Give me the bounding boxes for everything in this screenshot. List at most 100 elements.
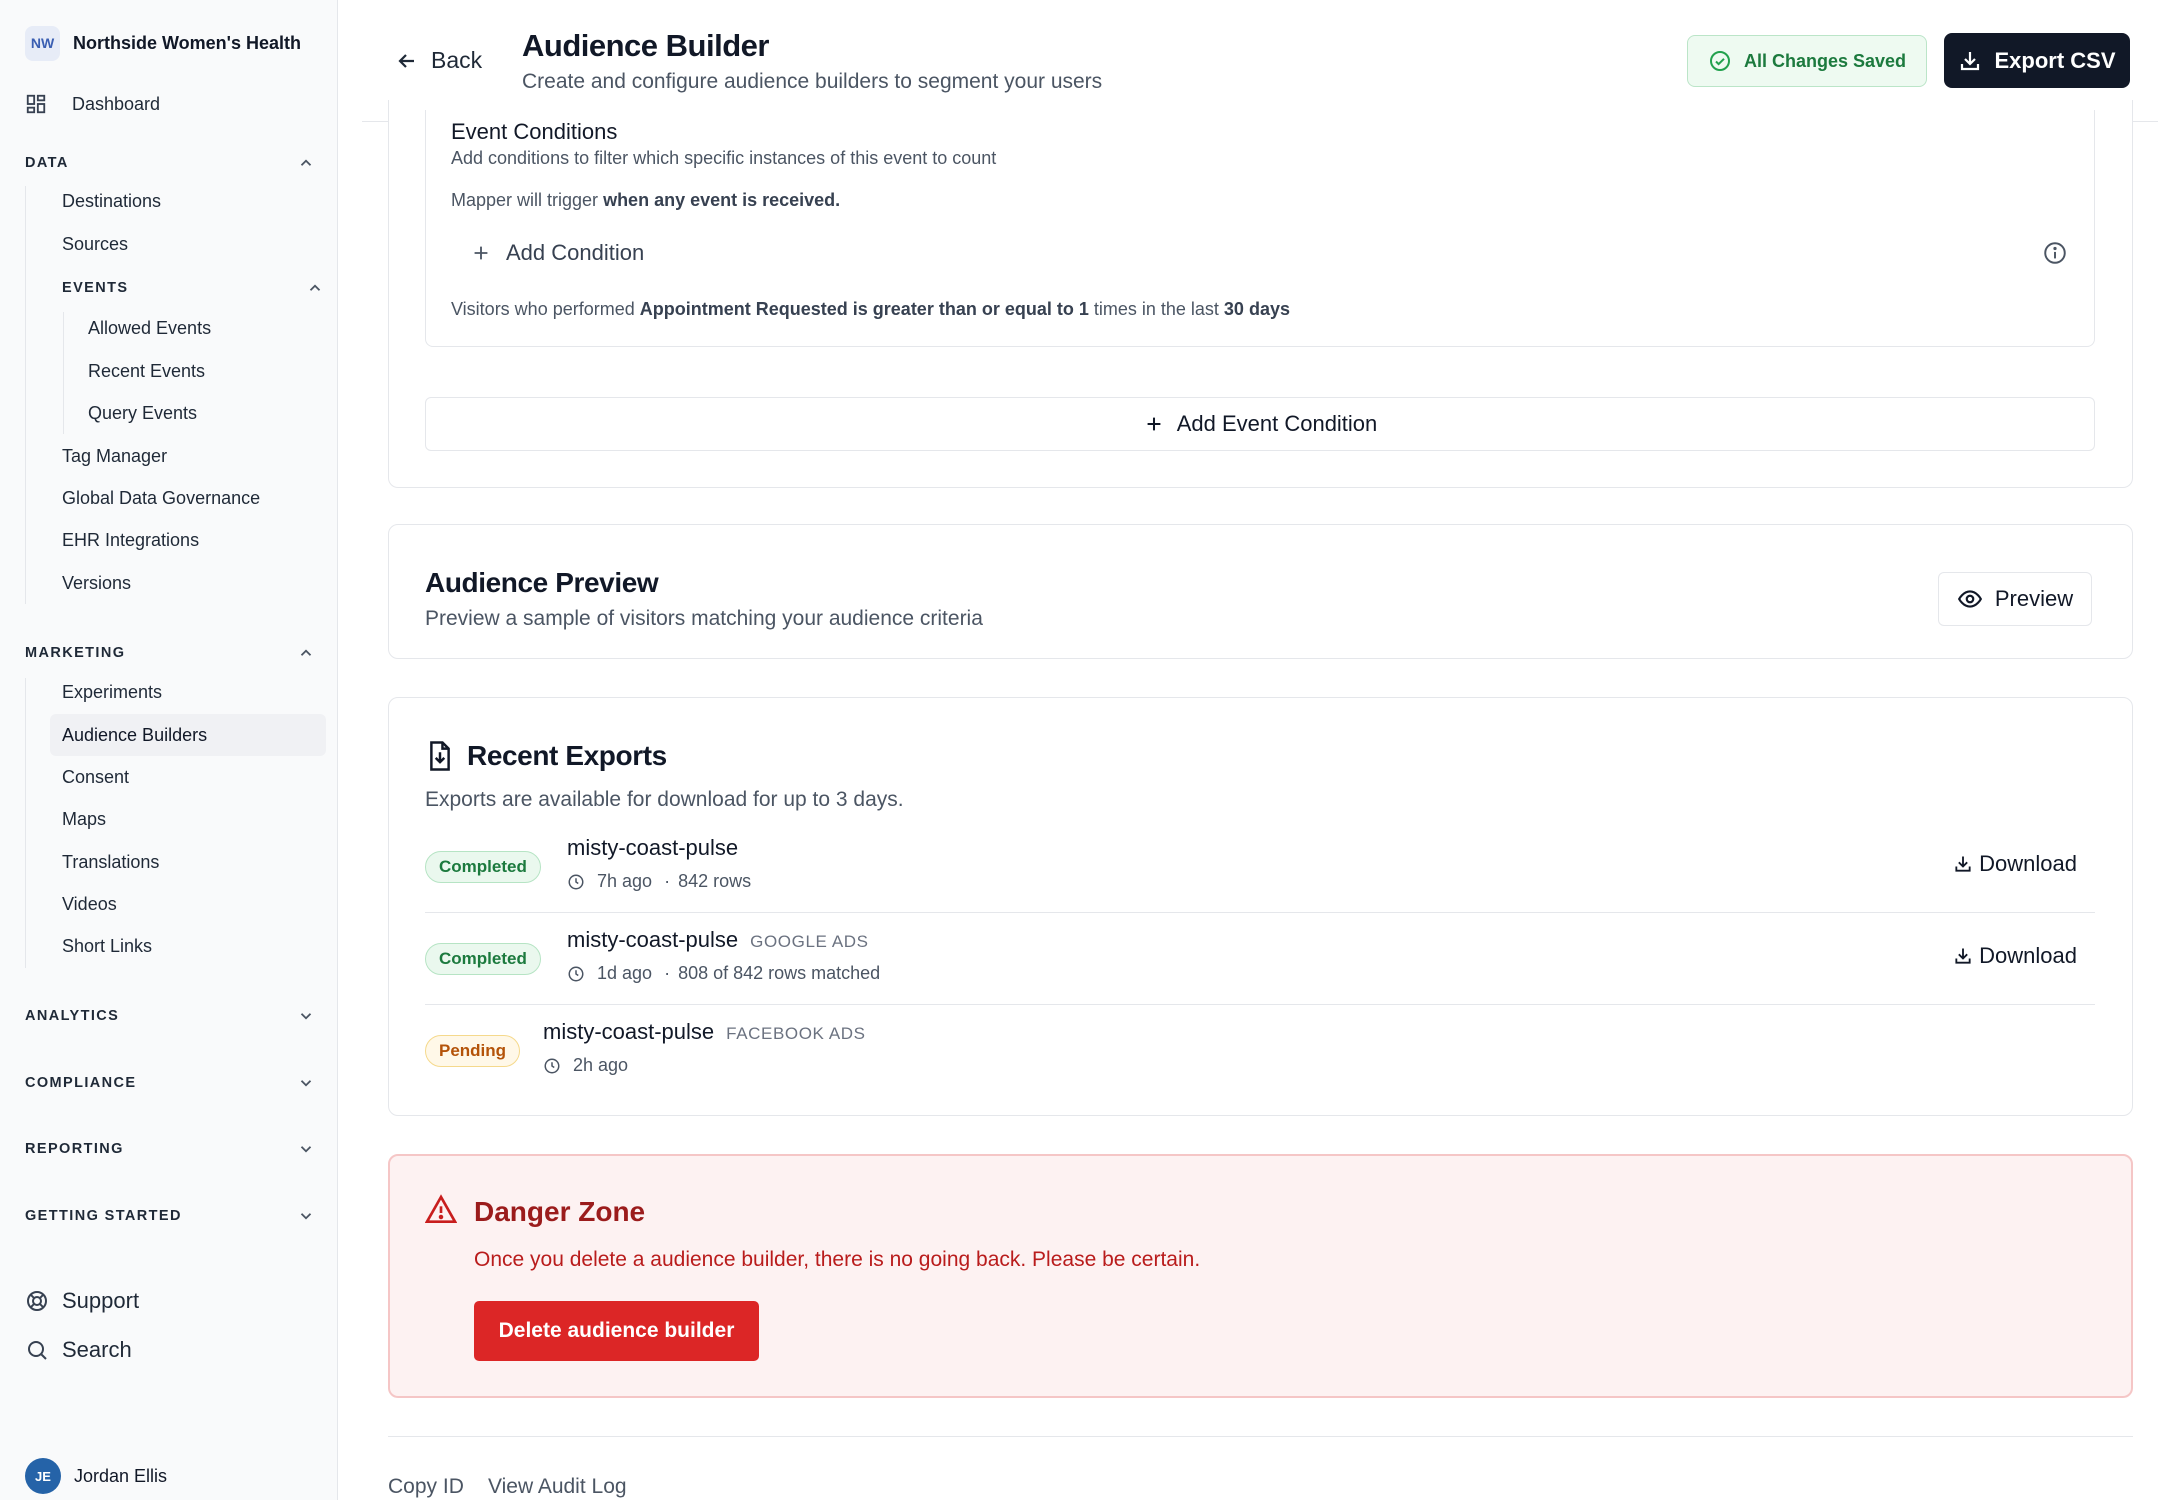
export-time: 2h ago (573, 1055, 629, 1075)
export-detail: 842 rows (678, 871, 752, 891)
recent-exports-subtitle: Exports are available for download for u… (425, 788, 904, 811)
sidebar-item-ehr-integrations[interactable]: EHR Integrations (62, 530, 199, 551)
event-conditions-title: Event Conditions (451, 119, 618, 144)
section-toggle-compliance[interactable]: COMPLIANCE (25, 1074, 315, 1092)
sidebar-item-experiments[interactable]: Experiments (62, 682, 162, 703)
sidebar-item-consent[interactable]: Consent (62, 767, 129, 788)
add-event-condition-button[interactable]: Add Event Condition (425, 397, 2095, 451)
recent-exports-title: Recent Exports (467, 740, 667, 771)
summary-count: 1 (1078, 299, 1089, 319)
section-guide-line (25, 186, 26, 604)
search-label: Search (62, 1337, 132, 1362)
audience-preview-subtitle: Preview a sample of visitors matching yo… (425, 607, 983, 630)
plus-icon (474, 246, 488, 260)
section-toggle-analytics[interactable]: ANALYTICS (25, 1007, 315, 1025)
status-badge: Completed (425, 851, 541, 883)
export-name: misty-coast-pulse (567, 835, 738, 861)
section-toggle-marketing[interactable]: MARKETING (25, 644, 315, 662)
info-icon[interactable] (2042, 240, 2068, 266)
export-name-text: misty-coast-pulse (567, 927, 739, 952)
section-toggle-getting-started[interactable]: GETTING STARTED (25, 1207, 315, 1225)
add-condition-button[interactable]: Add Condition (470, 240, 644, 266)
sidebar-item-maps[interactable]: Maps (62, 809, 106, 830)
add-event-condition-label: Add Event Condition (1176, 411, 1378, 436)
export-time: 1d ago (597, 963, 653, 983)
status-badge: Completed (425, 943, 541, 975)
summary-event: Appointment Requested (639, 299, 848, 319)
eye-icon (1957, 590, 1982, 608)
file-download-icon (430, 741, 450, 771)
sidebar-item-tag-manager[interactable]: Tag Manager (62, 446, 167, 467)
check-circle-icon (1709, 51, 1730, 71)
sidebar-item-sources[interactable]: Sources (62, 234, 128, 255)
download-button[interactable]: Download (1953, 943, 2077, 969)
sidebar-item-translations[interactable]: Translations (62, 852, 159, 873)
export-detail: 808 of 842 rows matched (678, 963, 881, 983)
clock-icon (568, 966, 584, 981)
summary-text: times in the last (1088, 299, 1224, 319)
arrow-left-icon (398, 53, 414, 68)
sidebar-item-audience-builders[interactable]: Audience Builders (50, 714, 326, 756)
section-toggle-data[interactable]: DATA (25, 154, 315, 172)
clock-icon (568, 874, 584, 889)
sidebar-item-videos[interactable]: Videos (62, 894, 117, 915)
section-label: MARKETING (25, 645, 126, 661)
condition-summary: Visitors who performed Appointment Reque… (451, 299, 1290, 320)
export-name: misty-coast-pulse FACEBOOK ADS (543, 1019, 866, 1045)
export-row: Completed misty-coast-pulse 7h ago · 842 r… (425, 821, 2095, 913)
download-button[interactable]: Download (1953, 851, 2077, 877)
section-guide-line (25, 678, 26, 968)
download-label: Download (1979, 943, 2077, 968)
export-meta: 1d ago · 808 of 842 rows matched (567, 963, 880, 984)
audience-preview-title: Audience Preview (425, 567, 659, 598)
support-link[interactable]: Support (25, 1288, 139, 1314)
summary-operator: is greater than or equal to (852, 299, 1074, 319)
export-name-text: misty-coast-pulse (543, 1019, 715, 1044)
mapper-trigger-text: Mapper will trigger when any event is re… (451, 190, 840, 211)
event-conditions-description: Add conditions to filter which specific … (451, 148, 997, 168)
download-icon (1961, 51, 1980, 70)
section-label: EVENTS (62, 280, 129, 296)
search-link[interactable]: Search (25, 1337, 132, 1363)
back-button[interactable]: Back (395, 47, 482, 74)
dashboard-icon (26, 94, 46, 114)
support-icon (27, 1291, 47, 1311)
preview-button[interactable]: Preview (1938, 572, 2092, 626)
section-toggle-reporting[interactable]: REPORTING (25, 1140, 315, 1158)
danger-zone-card (388, 1154, 2133, 1398)
save-status-label: All Changes Saved (1743, 50, 1907, 71)
back-label: Back (431, 47, 483, 73)
sidebar-item-short-links[interactable]: Short Links (62, 936, 152, 957)
export-name: misty-coast-pulse GOOGLE ADS (567, 927, 869, 953)
sidebar-item-destinations[interactable]: Destinations (62, 191, 161, 212)
view-audit-log-link[interactable]: View Audit Log (488, 1475, 627, 1499)
chevron-up-icon (300, 159, 312, 166)
copy-id-link[interactable]: Copy ID (388, 1475, 464, 1499)
export-row: Pending misty-coast-pulse FACEBOOK ADS 2h… (425, 1005, 2095, 1097)
sidebar-item-recent-events[interactable]: Recent Events (88, 361, 205, 382)
chevron-down-icon (300, 1213, 312, 1220)
preview-label: Preview (1994, 586, 2074, 611)
org-name: Northside Women's Health (73, 32, 301, 53)
events-guide-line (63, 312, 64, 434)
search-icon (28, 1341, 47, 1360)
summary-text: Visitors who performed (451, 299, 640, 319)
export-csv-label: Export CSV (1994, 47, 2116, 73)
sidebar-item-allowed-events[interactable]: Allowed Events (88, 318, 211, 339)
mapper-prefix: Mapper will trigger (451, 190, 604, 210)
org-switcher[interactable]: NW Northside Women's Health (25, 25, 301, 61)
download-icon (1955, 948, 1971, 964)
export-csv-button[interactable]: Export CSV (1944, 33, 2130, 88)
delete-audience-builder-button[interactable]: Delete audience builder (474, 1301, 759, 1361)
clock-icon (544, 1058, 560, 1073)
section-toggle-events[interactable]: EVENTS (62, 279, 324, 297)
user-menu[interactable]: JE Jordan Ellis (25, 1458, 167, 1494)
sidebar-item-query-events[interactable]: Query Events (88, 403, 197, 424)
status-badge: Pending (425, 1035, 521, 1067)
danger-zone-text: Once you delete a audience builder, ther… (474, 1248, 1201, 1271)
sidebar-item-dashboard[interactable]: Dashboard (25, 93, 160, 115)
avatar: JE (25, 1458, 61, 1494)
section-label: GETTING STARTED (25, 1208, 182, 1224)
sidebar-item-global-data-governance[interactable]: Global Data Governance (62, 488, 260, 509)
sidebar-item-versions[interactable]: Versions (62, 573, 131, 594)
